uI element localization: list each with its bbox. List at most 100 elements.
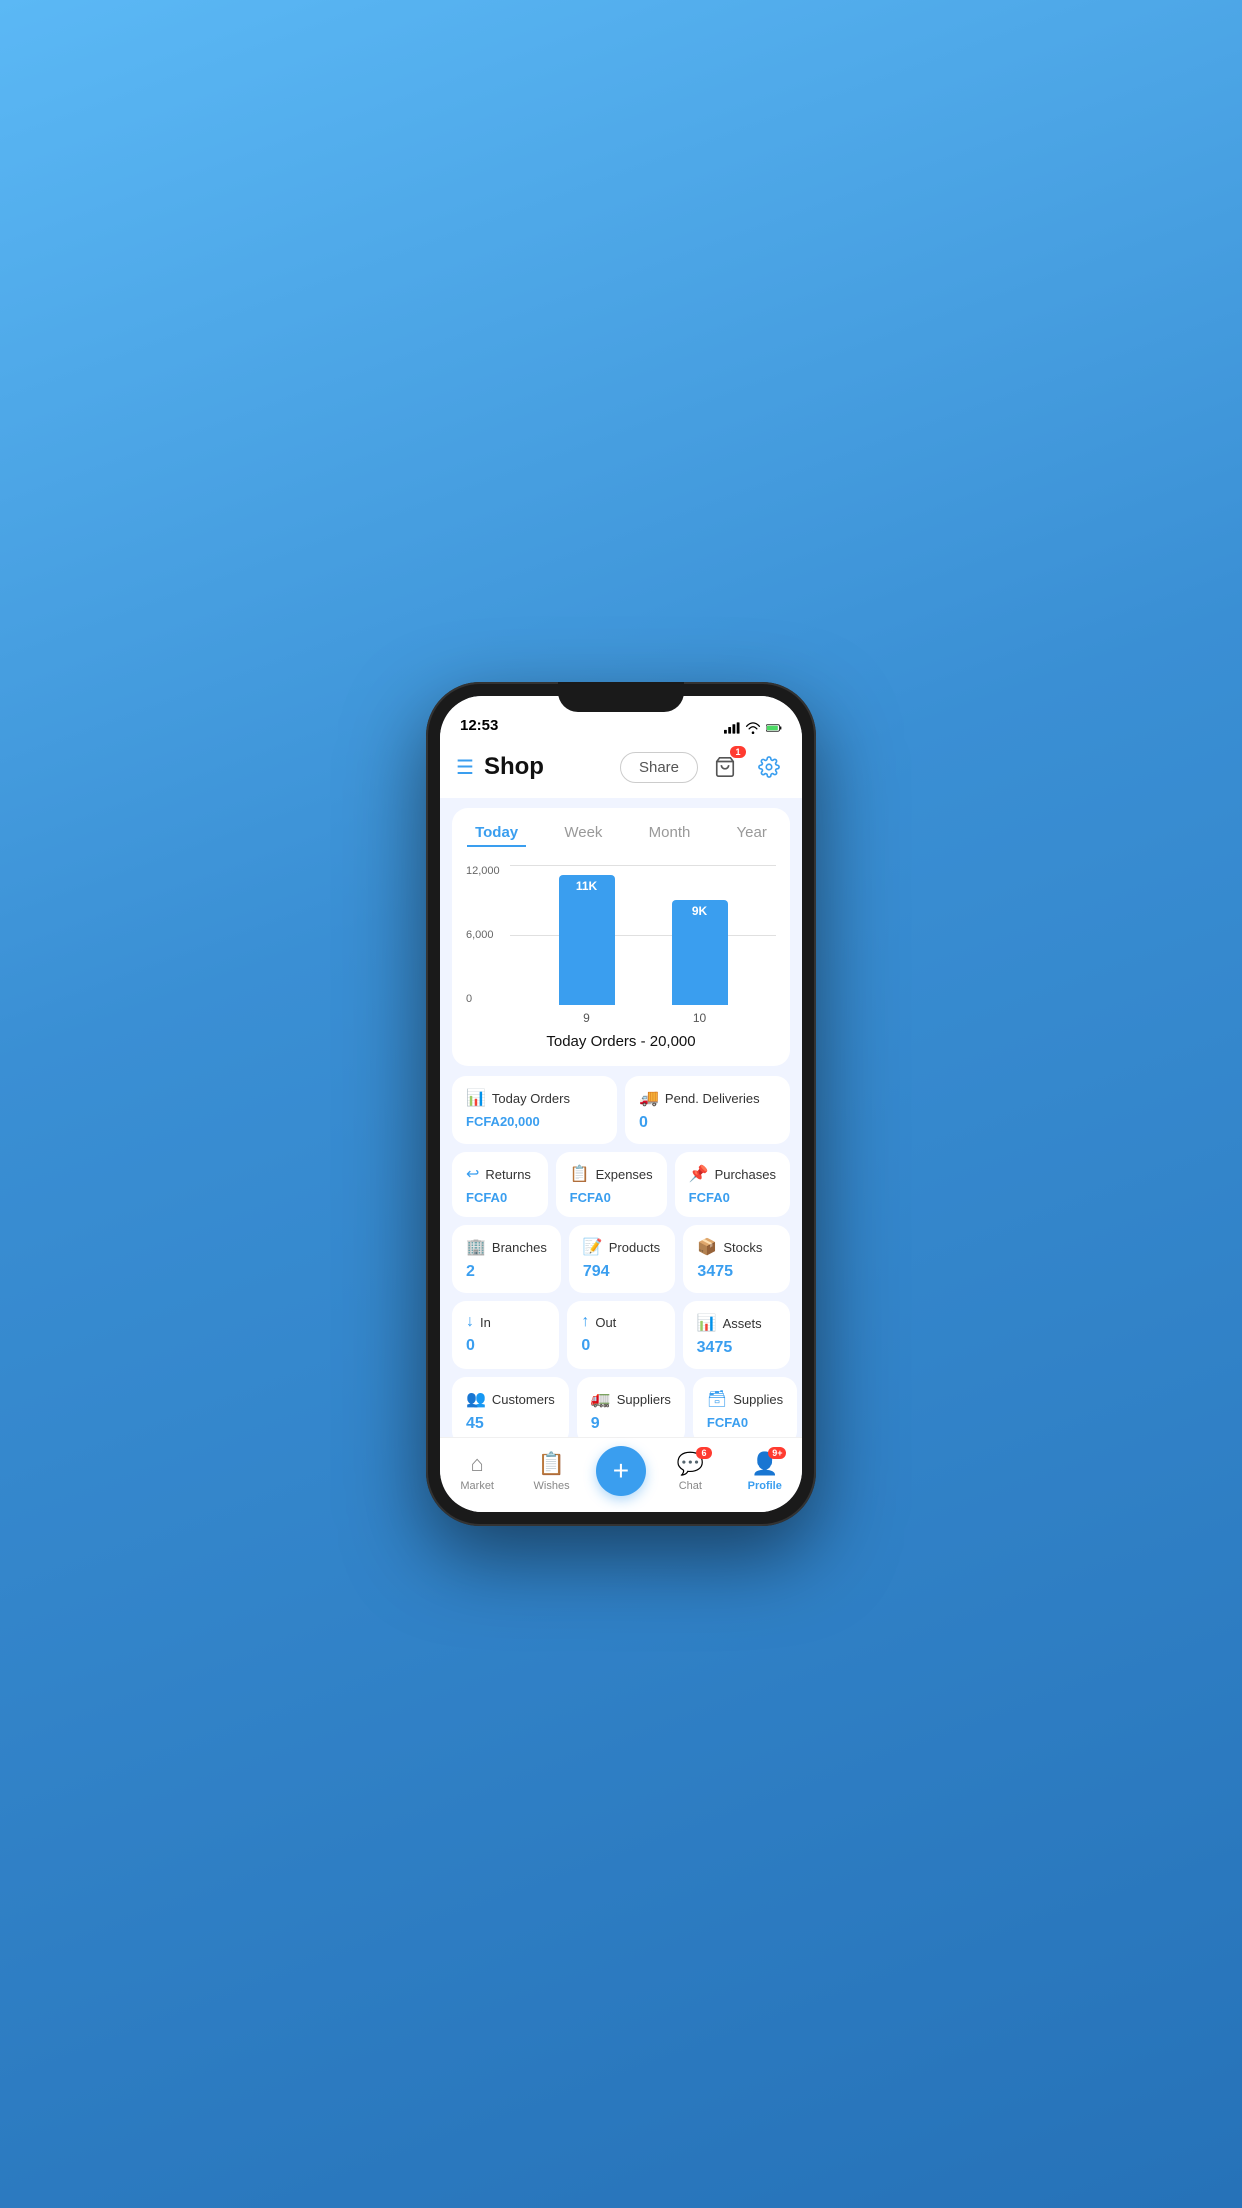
branches-header: 🏢 Branches xyxy=(466,1237,547,1257)
phone-frame: 12:53 xyxy=(426,682,816,1526)
wishes-icon: 📋 xyxy=(538,1451,565,1477)
cart-badge: 1 xyxy=(730,746,746,758)
wishes-label: Wishes xyxy=(534,1480,570,1492)
chart-card: Today Week Month Year 12,000 6,000 0 xyxy=(452,808,790,1066)
tab-today[interactable]: Today xyxy=(467,820,526,847)
products-header: 📝 Products xyxy=(583,1237,662,1257)
in-icon: ↓ xyxy=(466,1313,474,1331)
tab-year[interactable]: Year xyxy=(729,820,775,847)
bar-label-2: 9K xyxy=(692,904,707,918)
pend-deliveries-header: 🚚 Pend. Deliveries xyxy=(639,1088,776,1108)
card-products[interactable]: 📝 Products 794 xyxy=(569,1225,676,1293)
chat-badge: 6 xyxy=(696,1447,712,1459)
bar-1: 11K xyxy=(559,875,615,1005)
out-header: ↑ Out xyxy=(581,1313,660,1331)
stocks-icon: 📦 xyxy=(697,1237,717,1257)
profile-badge: 9+ xyxy=(768,1447,786,1459)
card-supplies[interactable]: 🗃 Supplies FCFA0 xyxy=(693,1377,797,1437)
cards-row-4: ↓ In 0 ↑ Out 0 📊 Assets xyxy=(452,1301,790,1369)
supplies-icon: 🗃 xyxy=(707,1389,727,1409)
card-in[interactable]: ↓ In 0 xyxy=(452,1301,559,1369)
suppliers-title: Suppliers xyxy=(617,1392,671,1407)
today-orders-icon: 📊 xyxy=(466,1088,486,1108)
bars-row: 11K 9K xyxy=(510,865,776,1005)
signal-icon xyxy=(724,722,740,734)
stocks-title: Stocks xyxy=(723,1240,762,1255)
products-icon: 📝 xyxy=(583,1237,603,1257)
suppliers-icon: 🚛 xyxy=(591,1389,611,1409)
chart-y-labels: 12,000 6,000 0 xyxy=(466,865,500,1005)
suppliers-value: 9 xyxy=(591,1415,671,1433)
expenses-header: 📋 Expenses xyxy=(570,1164,653,1184)
returns-value: FCFA0 xyxy=(466,1190,534,1205)
notification-button[interactable]: 1 xyxy=(708,750,742,784)
returns-icon: ↩ xyxy=(466,1164,479,1184)
chart-container: 12,000 6,000 0 xyxy=(452,857,790,1066)
menu-icon[interactable]: ☰ xyxy=(456,755,474,780)
supplies-title: Supplies xyxy=(733,1392,783,1407)
header: ☰ Shop Share 1 xyxy=(440,740,802,798)
customers-header: 👥 Customers xyxy=(466,1389,555,1409)
stocks-value: 3475 xyxy=(697,1263,776,1281)
customers-title: Customers xyxy=(492,1392,555,1407)
card-customers[interactable]: 👥 Customers 45 xyxy=(452,1377,569,1437)
assets-header: 📊 Assets xyxy=(697,1313,776,1333)
notch xyxy=(558,682,684,712)
phone-screen: 12:53 xyxy=(440,696,802,1512)
header-right: Share 1 xyxy=(620,750,786,784)
page-title: Shop xyxy=(484,753,544,781)
status-time: 12:53 xyxy=(460,717,498,734)
y-label-top: 12,000 xyxy=(466,865,500,877)
card-out[interactable]: ↑ Out 0 xyxy=(567,1301,674,1369)
out-icon: ↑ xyxy=(581,1313,589,1331)
pend-deliveries-icon: 🚚 xyxy=(639,1088,659,1108)
today-orders-header: 📊 Today Orders xyxy=(466,1088,603,1108)
header-left: ☰ Shop xyxy=(456,753,544,781)
profile-label: Profile xyxy=(748,1480,782,1492)
card-expenses[interactable]: 📋 Expenses FCFA0 xyxy=(556,1152,667,1217)
bottom-nav: ⌂ Market 📋 Wishes + 💬 6 Chat 👤 9+ xyxy=(440,1437,802,1512)
cards-row-2: ↩ Returns FCFA0 📋 Expenses FCFA0 📌 Pur xyxy=(452,1152,790,1217)
tab-month[interactable]: Month xyxy=(641,820,699,847)
out-title: Out xyxy=(595,1315,616,1330)
card-stocks[interactable]: 📦 Stocks 3475 xyxy=(683,1225,790,1293)
x-labels: 9 10 xyxy=(510,1011,776,1025)
supplies-header: 🗃 Supplies xyxy=(707,1389,783,1409)
card-assets[interactable]: 📊 Assets 3475 xyxy=(683,1301,790,1369)
cards-row-5: 👥 Customers 45 🚛 Suppliers 9 🗃 Suppli xyxy=(452,1377,790,1437)
status-icons xyxy=(724,722,782,734)
settings-button[interactable] xyxy=(752,750,786,784)
expenses-icon: 📋 xyxy=(570,1164,590,1184)
chart-area: 12,000 6,000 0 xyxy=(466,865,776,1025)
nav-profile[interactable]: 👤 9+ Profile xyxy=(735,1451,795,1492)
y-label-mid: 6,000 xyxy=(466,929,500,941)
purchases-header: 📌 Purchases xyxy=(689,1164,776,1184)
nav-market[interactable]: ⌂ Market xyxy=(447,1451,507,1492)
bar-group-2: 9K xyxy=(672,900,728,1005)
card-pend-deliveries[interactable]: 🚚 Pend. Deliveries 0 xyxy=(625,1076,790,1144)
card-suppliers[interactable]: 🚛 Suppliers 9 xyxy=(577,1377,685,1437)
in-header: ↓ In xyxy=(466,1313,545,1331)
share-button[interactable]: Share xyxy=(620,752,698,783)
branches-title: Branches xyxy=(492,1240,547,1255)
nav-wishes[interactable]: 📋 Wishes xyxy=(522,1451,582,1492)
settings-icon xyxy=(758,756,780,778)
out-value: 0 xyxy=(581,1337,660,1355)
branches-icon: 🏢 xyxy=(466,1237,486,1257)
purchases-value: FCFA0 xyxy=(689,1190,776,1205)
main-content: Today Week Month Year 12,000 6,000 0 xyxy=(440,798,802,1437)
nav-chat[interactable]: 💬 6 Chat xyxy=(660,1451,720,1492)
card-returns[interactable]: ↩ Returns FCFA0 xyxy=(452,1152,548,1217)
branches-value: 2 xyxy=(466,1263,547,1281)
chat-label: Chat xyxy=(679,1480,702,1492)
add-button[interactable]: + xyxy=(596,1446,646,1496)
suppliers-header: 🚛 Suppliers xyxy=(591,1389,671,1409)
card-today-orders[interactable]: 📊 Today Orders FCFA20,000 xyxy=(452,1076,617,1144)
cards-row-1: 📊 Today Orders FCFA20,000 🚚 Pend. Delive… xyxy=(452,1076,790,1144)
assets-icon: 📊 xyxy=(697,1313,717,1333)
tab-week[interactable]: Week xyxy=(556,820,610,847)
x-label-2: 10 xyxy=(672,1011,728,1025)
returns-header: ↩ Returns xyxy=(466,1164,534,1184)
card-branches[interactable]: 🏢 Branches 2 xyxy=(452,1225,561,1293)
card-purchases[interactable]: 📌 Purchases FCFA0 xyxy=(675,1152,790,1217)
